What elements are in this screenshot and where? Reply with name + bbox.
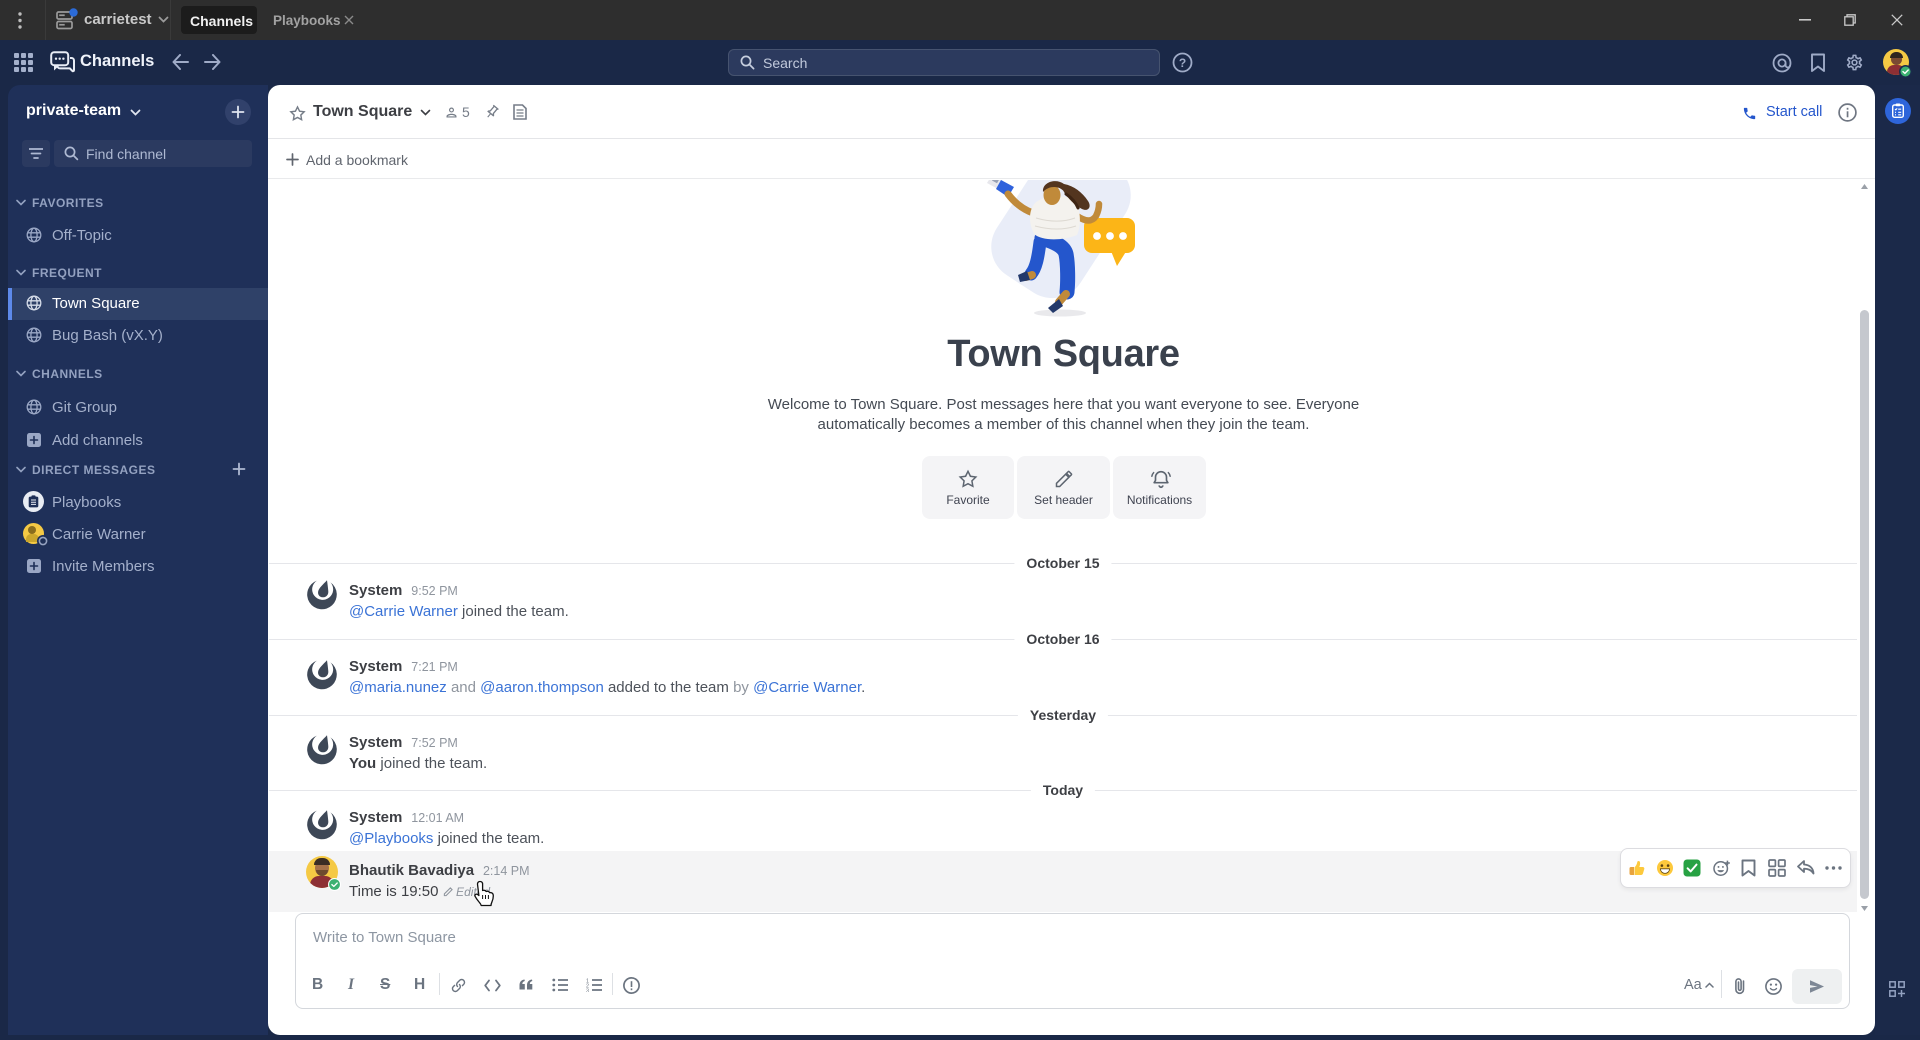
svg-text:?: ? xyxy=(1179,56,1186,70)
svg-text:3: 3 xyxy=(586,988,589,992)
